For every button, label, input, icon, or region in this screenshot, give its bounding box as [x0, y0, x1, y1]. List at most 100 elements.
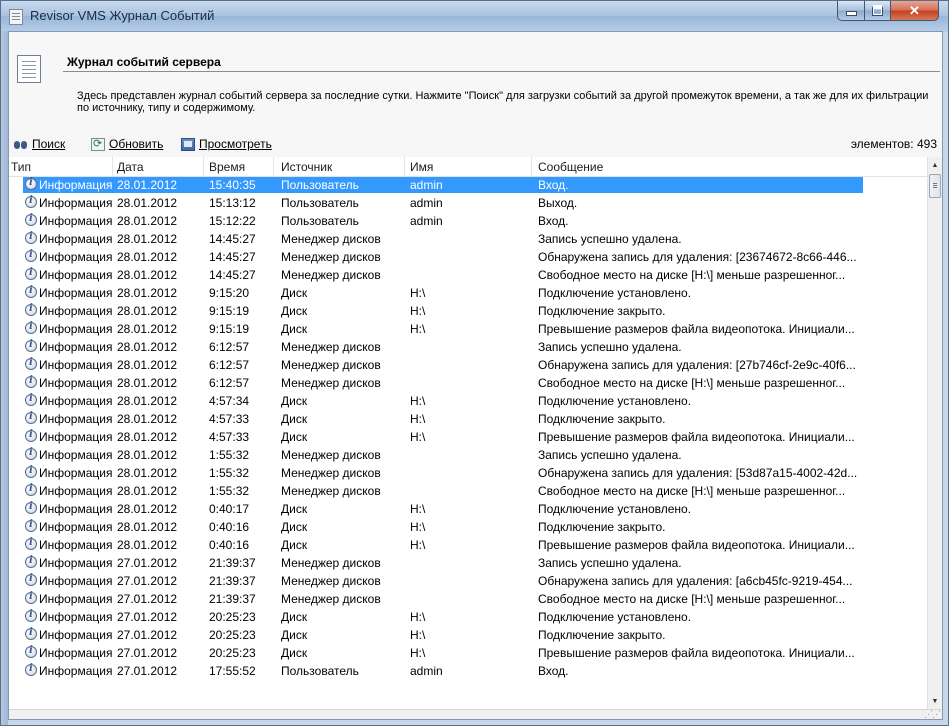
table-row[interactable]: Информация 28.01.2012 0:40:16 Диск H:\ Превыш… [9, 537, 927, 553]
column-divider[interactable] [203, 157, 204, 176]
refresh-button[interactable]: Обновить [91, 137, 163, 151]
cell-source: Диск [281, 286, 308, 300]
table-row[interactable]: Информация 28.01.2012 6:12:57 Менеджер диск… [9, 375, 927, 391]
table-row[interactable]: Информация 28.01.2012 6:12:57 Менеджер диск… [9, 339, 927, 355]
event-list[interactable]: Тип Дата Время Источник Имя Сообщение Ин… [9, 157, 942, 709]
table-row[interactable]: Информация 28.01.2012 6:12:57 Менеджер диск… [9, 357, 927, 373]
table-row[interactable]: Информация 28.01.2012 15:13:12 Пользователь… [9, 195, 927, 211]
table-row[interactable]: Информация 28.01.2012 4:57:33 Диск H:\ Превыш… [9, 429, 927, 445]
table-row[interactable]: Информация 28.01.2012 4:57:34 Диск H:\ Подклю… [9, 393, 927, 409]
info-icon [25, 393, 37, 406]
cell-time: 21:39:37 [209, 592, 256, 606]
cell-type: Информация [39, 538, 113, 552]
view-button[interactable]: Просмотреть [181, 137, 272, 151]
scroll-up-icon[interactable]: ▲ [928, 157, 942, 173]
close-button[interactable]: ✕ [890, 1, 939, 21]
cell-source: Диск [281, 322, 308, 336]
column-header-row: Тип Дата Время Источник Имя Сообщение [9, 157, 927, 177]
table-row[interactable]: Информация 28.01.2012 1:55:32 Менеджер диск… [9, 465, 927, 481]
cell-time: 9:15:20 [209, 286, 250, 300]
table-row[interactable]: Информация 28.01.2012 0:40:16 Диск H:\ Подклю… [9, 519, 927, 535]
view-icon [181, 137, 195, 151]
column-header-source[interactable]: Источник [281, 160, 332, 174]
cell-date: 28.01.2012 [117, 214, 178, 228]
cell-time: 15:13:12 [209, 196, 256, 210]
cell-message: Превышение размеров файла видеопотока. И… [538, 646, 855, 660]
table-row[interactable]: Информация 28.01.2012 9:15:19 Диск H:\ Подклю… [9, 303, 927, 319]
table-row[interactable]: Информация 27.01.2012 21:39:37 Менеджер дис… [9, 573, 927, 589]
scroll-thumb[interactable] [929, 174, 941, 198]
column-header-time[interactable]: Время [209, 160, 245, 174]
resize-grip-icon[interactable]: ⋰⋰ [924, 709, 941, 719]
cell-message: Запись успешно удалена. [538, 340, 682, 354]
cell-source: Диск [281, 610, 308, 624]
cell-message: Обнаружена запись для удаления: [a6cb45f… [538, 574, 853, 588]
table-row[interactable]: Информация 28.01.2012 4:57:33 Диск H:\ Подклю… [9, 411, 927, 427]
scroll-down-icon[interactable]: ▼ [928, 693, 942, 709]
cell-name: H:\ [410, 502, 426, 516]
table-row[interactable]: Информация 28.01.2012 14:45:27 Менеджер дис… [9, 267, 927, 283]
table-row[interactable]: Информация 27.01.2012 21:39:37 Менеджер дис… [9, 555, 927, 571]
cell-type: Информация [39, 592, 113, 606]
title-bar[interactable]: Revisor VMS Журнал Событий ✕ [1, 1, 948, 31]
column-divider[interactable] [273, 157, 274, 176]
cell-type: Информация [39, 268, 113, 282]
column-header-type[interactable]: Тип [11, 160, 31, 174]
cell-date: 28.01.2012 [117, 484, 178, 498]
cell-time: 1:55:32 [209, 466, 250, 480]
cell-type: Информация [39, 412, 113, 426]
column-header-message[interactable]: Сообщение [538, 160, 603, 174]
cell-name: admin [410, 178, 443, 192]
cell-message: Свободное место на диске [H:\] меньше ра… [538, 592, 846, 606]
cell-name: H:\ [410, 286, 426, 300]
table-row[interactable]: Информация 27.01.2012 21:39:37 Менеджер дис… [9, 591, 927, 607]
table-row[interactable]: Информация 27.01.2012 20:25:23 Диск H:\ Подкл… [9, 627, 927, 643]
cell-name: admin [410, 196, 443, 210]
cell-name: admin [410, 664, 443, 678]
cell-date: 28.01.2012 [117, 250, 178, 264]
table-row[interactable]: Информация 28.01.2012 9:15:20 Диск H:\ Подклю… [9, 285, 927, 301]
cell-source: Менеджер дисков [281, 448, 381, 462]
table-row[interactable]: Информация 28.01.2012 1:55:32 Менеджер диск… [9, 447, 927, 463]
info-icon [25, 321, 37, 334]
column-header-date[interactable]: Дата [117, 160, 144, 174]
info-icon [25, 609, 37, 622]
column-divider[interactable] [404, 157, 405, 176]
table-row[interactable]: Информация 28.01.2012 15:12:22 Пользователь… [9, 213, 927, 229]
table-row[interactable]: Информация 28.01.2012 0:40:17 Диск H:\ Подклю… [9, 501, 927, 517]
minimize-button[interactable] [837, 1, 865, 21]
table-row[interactable]: Информация 28.01.2012 1:55:32 Менеджер диск… [9, 483, 927, 499]
cell-date: 28.01.2012 [117, 430, 178, 444]
header-description: Здесь представлен журнал событий сервера… [77, 90, 929, 114]
cell-source: Менеджер дисков [281, 574, 381, 588]
maximize-button[interactable] [864, 1, 891, 21]
cell-type: Информация [39, 448, 113, 462]
column-header-name[interactable]: Имя [410, 160, 433, 174]
cell-type: Информация [39, 520, 113, 534]
cell-type: Информация [39, 484, 113, 498]
table-row[interactable]: Информация 28.01.2012 14:45:27 Менеджер дис… [9, 231, 927, 247]
cell-type: Информация [39, 286, 113, 300]
info-icon [25, 177, 37, 190]
table-row[interactable]: Информация 27.01.2012 17:55:52 Пользователь… [9, 663, 927, 679]
vertical-scrollbar[interactable]: ▲ ▼ [927, 157, 942, 709]
cell-time: 21:39:37 [209, 556, 256, 570]
cell-message: Подключение установлено. [538, 610, 692, 624]
cell-type: Информация [39, 610, 113, 624]
cell-date: 27.01.2012 [117, 574, 178, 588]
table-row[interactable]: Информация 28.01.2012 14:45:27 Менеджер дис… [9, 249, 927, 265]
table-row[interactable]: Информация 28.01.2012 9:15:19 Диск H:\ Превыш… [9, 321, 927, 337]
search-button[interactable]: Поиск [14, 137, 65, 151]
cell-time: 0:40:16 [209, 520, 250, 534]
cell-message: Обнаружена запись для удаления: [53d87a1… [538, 466, 858, 480]
log-document-icon [17, 55, 41, 83]
column-divider[interactable] [112, 157, 113, 176]
table-row[interactable]: Информация 27.01.2012 20:25:23 Диск H:\ Превы… [9, 645, 927, 661]
column-divider[interactable] [531, 157, 532, 176]
cell-time: 0:40:16 [209, 538, 250, 552]
table-row[interactable]: Информация 28.01.2012 15:40:35 Пользователь… [9, 177, 927, 193]
table-row[interactable]: Информация 27.01.2012 20:25:23 Диск H:\ Подкл… [9, 609, 927, 625]
info-icon [25, 537, 37, 550]
cell-message: Подключение установлено. [538, 286, 692, 300]
cell-type: Информация [39, 376, 113, 390]
